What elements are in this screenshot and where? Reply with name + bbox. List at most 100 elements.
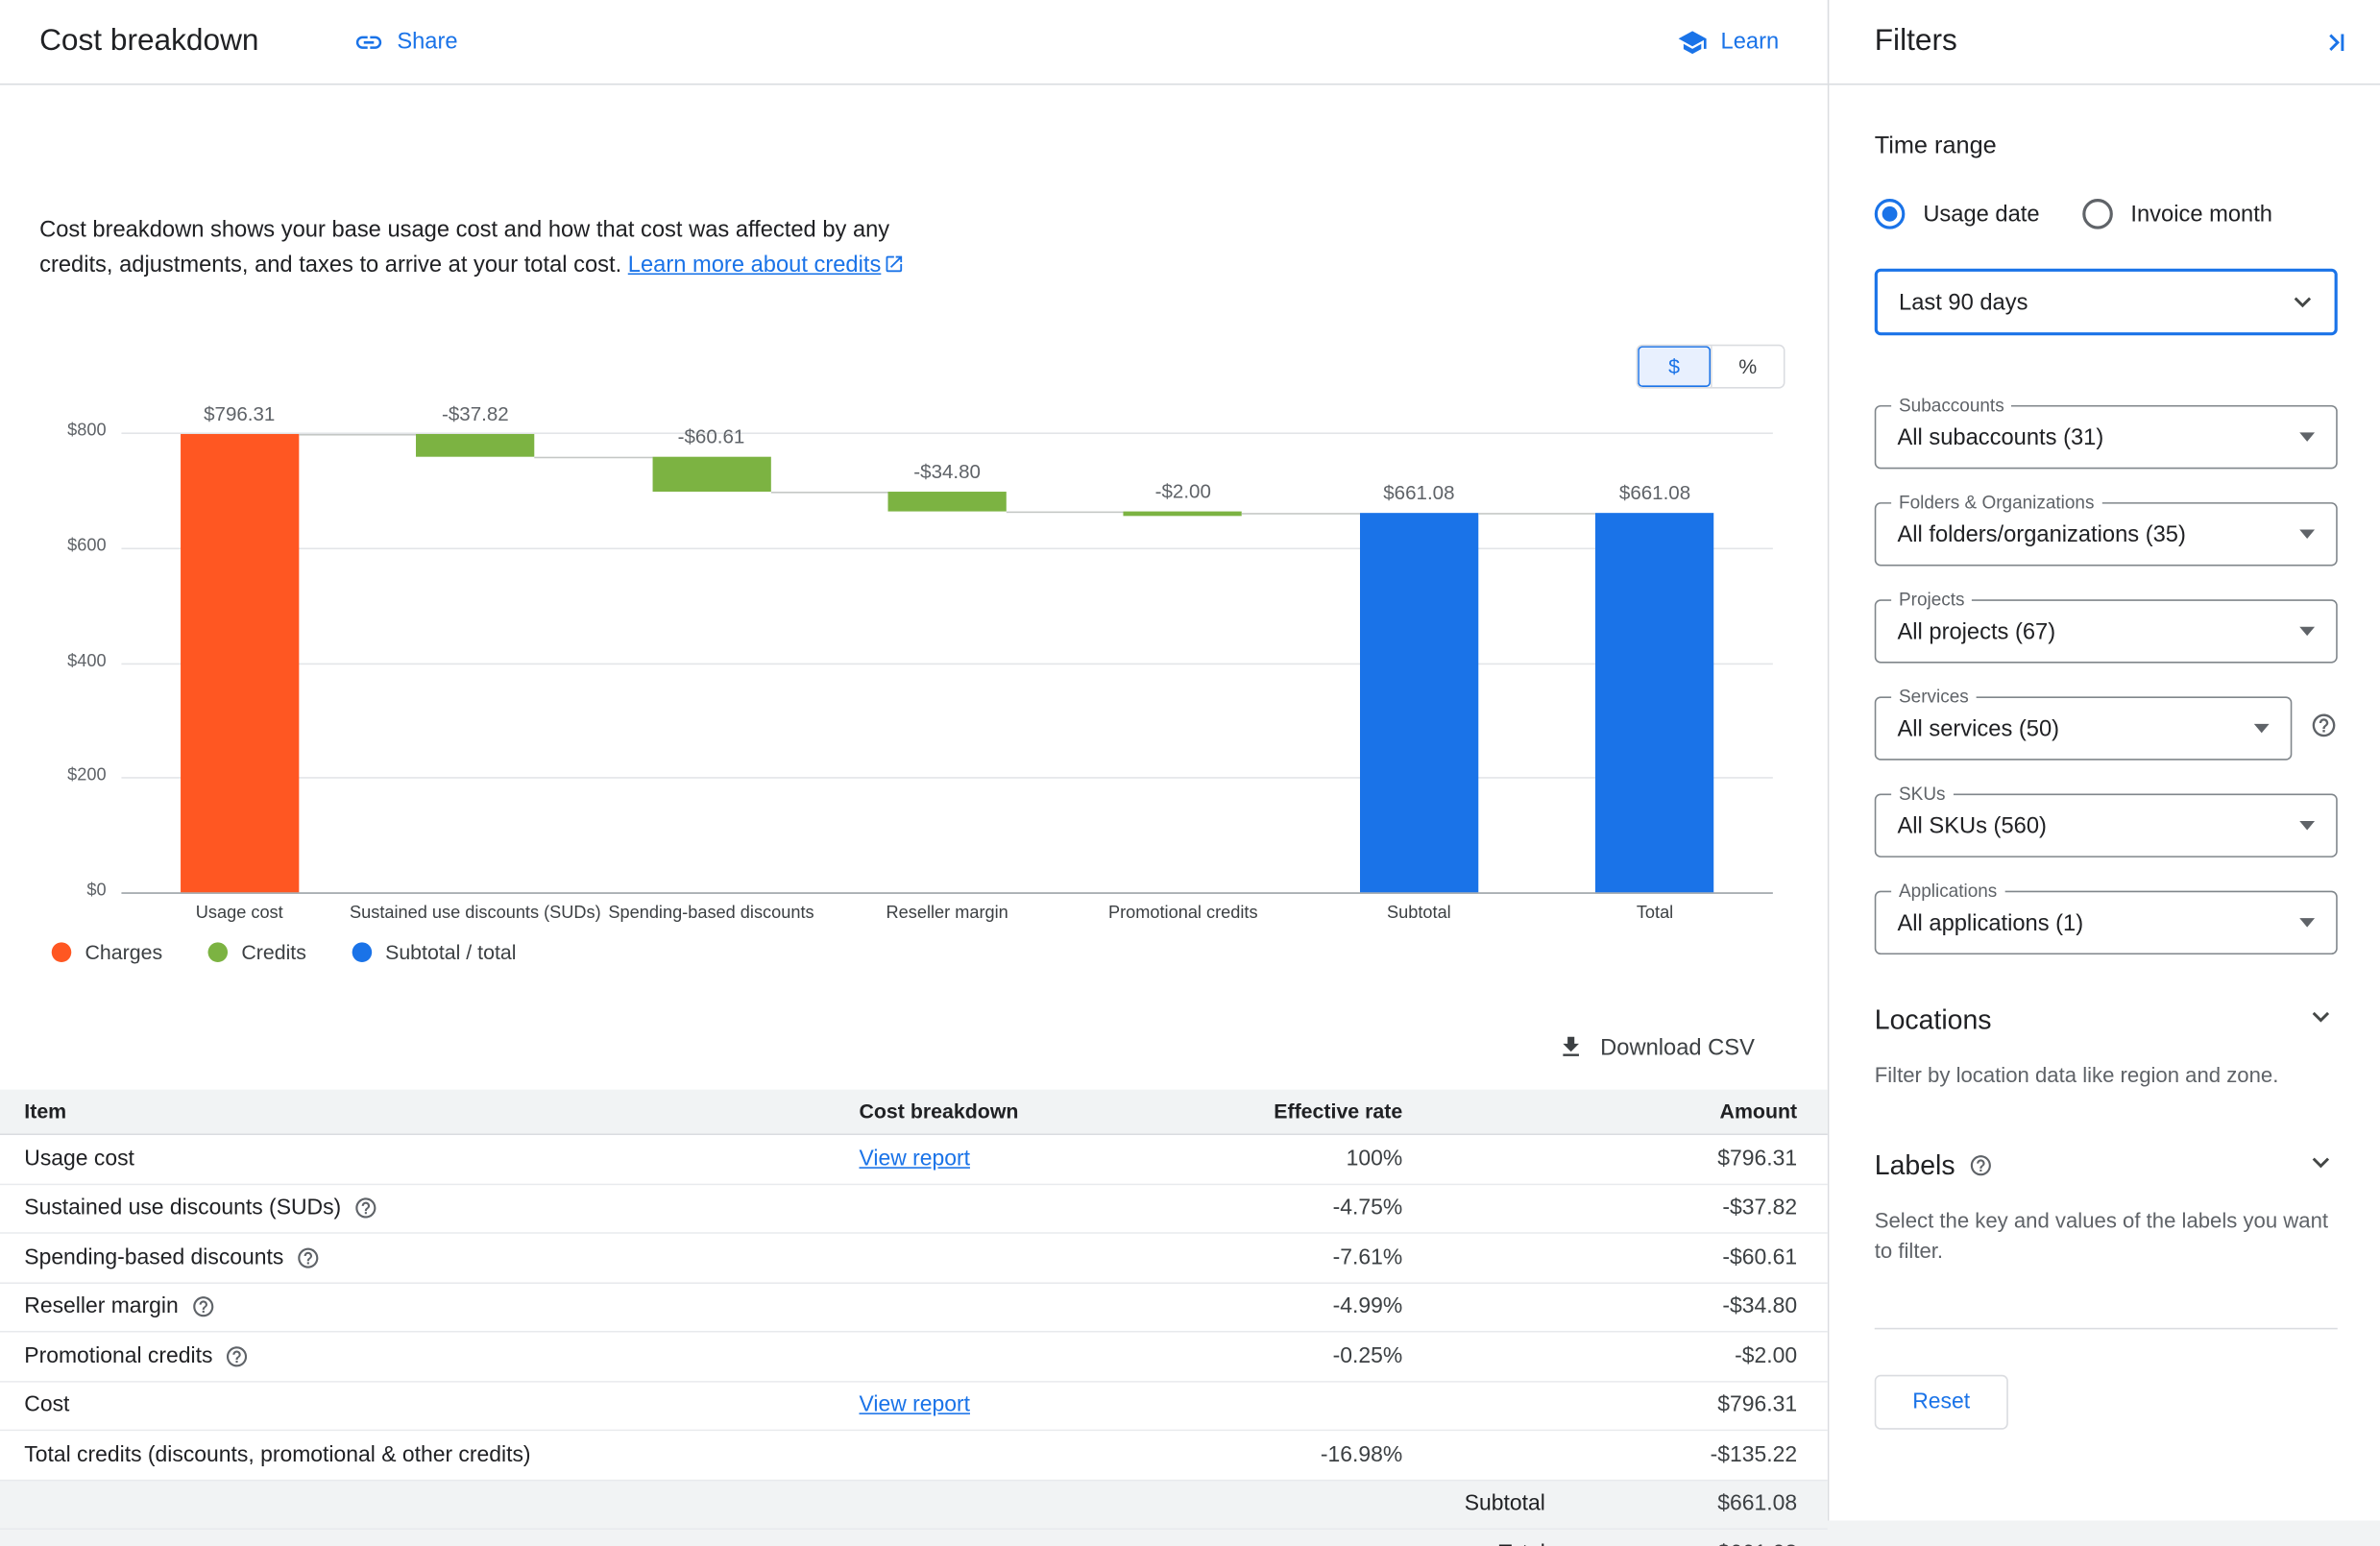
cell-amount: $796.31 xyxy=(1402,1393,1797,1417)
chart-bar-spending-based-discounts[interactable] xyxy=(652,456,770,491)
labels-section-header[interactable]: Labels xyxy=(1875,1145,2338,1186)
dropdown-arrow-icon xyxy=(2254,724,2270,733)
share-button[interactable]: Share xyxy=(352,27,457,58)
summary-label: Subtotal xyxy=(24,1492,1545,1516)
legend-label: Charges xyxy=(85,941,163,964)
learn-label: Learn xyxy=(1721,29,1780,55)
download-csv-label: Download CSV xyxy=(1600,1034,1755,1060)
cell-amount: -$2.00 xyxy=(1402,1344,1797,1368)
cell-item: Promotional credits xyxy=(24,1344,859,1368)
help-icon[interactable] xyxy=(190,1294,214,1318)
labels-description: Select the key and values of the labels … xyxy=(1875,1204,2338,1267)
filter-dropdown-applications[interactable]: ApplicationsAll applications (1) xyxy=(1875,891,2338,954)
cost-breakdown-table: Item Cost breakdown Effective rate Amoun… xyxy=(0,1090,1828,1546)
bar-value-label: $661.08 xyxy=(1534,480,1777,503)
filters-title: Filters xyxy=(1875,24,1957,59)
filter-dropdown-skus[interactable]: SKUsAll SKUs (560) xyxy=(1875,794,2338,858)
chart-bar-sustained-use-discounts-suds[interactable] xyxy=(416,435,534,457)
reset-button[interactable]: Reset xyxy=(1875,1374,2008,1429)
view-report-link[interactable]: View report xyxy=(859,1393,969,1417)
chevron-down-icon[interactable] xyxy=(2304,1000,2338,1041)
waterfall-connector xyxy=(1478,513,1595,515)
filter-dropdown-projects[interactable]: ProjectsAll projects (67) xyxy=(1875,599,2338,663)
chart-bar-promotional-credits[interactable] xyxy=(1124,511,1242,516)
learn-button[interactable]: Learn xyxy=(1677,27,1779,58)
locations-title: Locations xyxy=(1875,1004,1992,1036)
field-value: All subaccounts (31) xyxy=(1897,424,2299,450)
external-link-icon xyxy=(884,254,905,275)
field-label: SKUs xyxy=(1891,783,1953,804)
dropdown-arrow-icon xyxy=(2299,627,2315,636)
radio-label: Usage date xyxy=(1923,201,2039,227)
item-label: Spending-based discounts xyxy=(24,1245,283,1269)
table-row-cost: Cost View report $796.31 xyxy=(0,1382,1828,1431)
chart-bar-reseller-margin[interactable] xyxy=(888,492,1007,512)
item-label: Cost xyxy=(24,1393,69,1417)
collapse-panel-icon xyxy=(2313,25,2346,59)
cell-effective-rate: -16.98% xyxy=(1148,1443,1403,1467)
filter-dropdown-folders-organizations[interactable]: Folders & OrganizationsAll folders/organ… xyxy=(1875,502,2338,566)
help-icon[interactable] xyxy=(296,1245,320,1269)
chart-bar-total[interactable] xyxy=(1595,513,1713,893)
field-value: All services (50) xyxy=(1897,715,2253,741)
dropdown-arrow-icon xyxy=(2299,918,2315,927)
chart-bar-usage-cost[interactable] xyxy=(181,435,299,893)
filter-field-row-skus: SKUsAll SKUs (560) xyxy=(1875,794,2338,858)
filter-dropdown-subaccounts[interactable]: SubaccountsAll subaccounts (31) xyxy=(1875,405,2338,469)
help-icon[interactable] xyxy=(2310,711,2337,745)
learn-more-credits-link[interactable]: Learn more about credits xyxy=(628,253,906,278)
cell-amount: -$37.82 xyxy=(1402,1196,1797,1220)
content: Cost breakdown shows your base usage cos… xyxy=(0,85,2380,1521)
help-icon[interactable] xyxy=(1969,1153,1993,1177)
cell-item: Sustained use discounts (SUDs) xyxy=(24,1196,859,1220)
radio-label: Invoice month xyxy=(2130,201,2272,227)
column-header-cost-breakdown: Cost breakdown xyxy=(859,1100,1147,1123)
filters-header: Filters xyxy=(1828,0,2380,84)
y-axis-label: $600 xyxy=(39,537,107,555)
field-value: All projects (67) xyxy=(1897,618,2299,644)
table-header: Item Cost breakdown Effective rate Amoun… xyxy=(0,1090,1828,1135)
summary-amount: $661.08 xyxy=(1545,1541,1797,1546)
school-icon xyxy=(1677,27,1708,58)
table-row-spending-based-discounts: Spending-based discounts-7.61%-$60.61 xyxy=(0,1234,1828,1283)
page: Cost breakdown Share Learn Filters Cost … xyxy=(0,0,2380,1546)
item-label: Usage cost xyxy=(24,1147,134,1171)
page-title: Cost breakdown xyxy=(39,24,258,59)
waterfall-connector xyxy=(1007,511,1124,513)
table-row-reseller-margin: Reseller margin-4.99%-$34.80 xyxy=(0,1283,1828,1332)
cell-amount: -$34.80 xyxy=(1402,1294,1797,1318)
bar-value-label: -$37.82 xyxy=(353,402,596,425)
radio-button[interactable] xyxy=(2082,199,2113,229)
y-axis-label: $0 xyxy=(39,882,107,900)
item-label: Sustained use discounts (SUDs) xyxy=(24,1196,341,1220)
collapse-panel-button[interactable] xyxy=(2313,25,2346,59)
help-icon[interactable] xyxy=(225,1344,249,1368)
filter-field-row-subaccounts: SubaccountsAll subaccounts (31) xyxy=(1875,405,2338,469)
radio-button[interactable] xyxy=(1875,199,1906,229)
cell-effective-rate: 100% xyxy=(1148,1147,1403,1171)
radio-invoice-month[interactable]: Invoice month xyxy=(2082,199,2272,229)
table-row-promotional-credits: Promotional credits-0.25%-$2.00 xyxy=(0,1333,1828,1382)
item-label: Promotional credits xyxy=(24,1344,212,1368)
time-range-select[interactable]: Last 90 days xyxy=(1875,269,2338,336)
field-label: Folders & Organizations xyxy=(1891,492,2101,513)
column-header-amount: Amount xyxy=(1402,1100,1797,1123)
waterfall-connector xyxy=(535,456,652,458)
cell-effective-rate: -4.99% xyxy=(1148,1294,1403,1318)
chart-bar-subtotal[interactable] xyxy=(1360,513,1478,893)
help-icon[interactable] xyxy=(353,1196,377,1220)
view-report-link[interactable]: View report xyxy=(859,1147,969,1171)
main-panel: Cost breakdown shows your base usage cos… xyxy=(0,85,1828,1521)
filter-dropdown-services[interactable]: ServicesAll services (50) xyxy=(1875,696,2293,760)
bar-value-label: $661.08 xyxy=(1298,480,1541,503)
gridline xyxy=(121,547,1772,549)
chevron-down-icon[interactable] xyxy=(2304,1145,2338,1186)
y-axis-label: $200 xyxy=(39,766,107,785)
cell-effective-rate: -4.75% xyxy=(1148,1196,1403,1220)
legend-item-credits: Credits xyxy=(208,941,306,964)
intro-text: Cost breakdown shows your base usage cos… xyxy=(39,212,944,283)
download-csv-button[interactable]: Download CSV xyxy=(1558,1033,1755,1060)
locations-section-header[interactable]: Locations xyxy=(1875,1000,2338,1041)
legend-item-subtotal-total: Subtotal / total xyxy=(352,941,516,964)
radio-usage-date[interactable]: Usage date xyxy=(1875,199,2040,229)
